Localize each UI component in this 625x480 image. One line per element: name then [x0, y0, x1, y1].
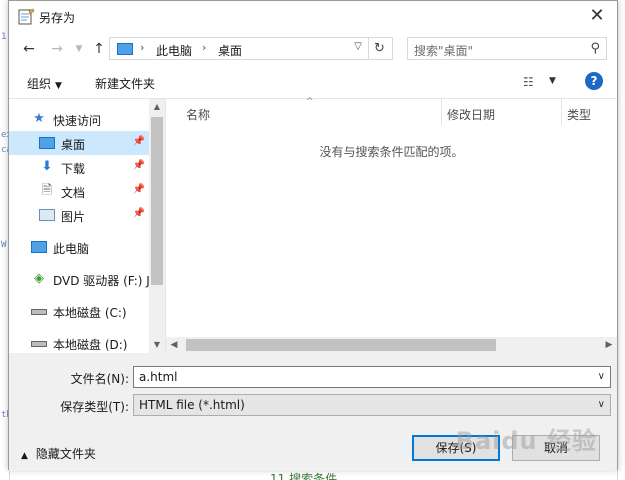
background-text: 11 搜索条件 [270, 472, 338, 480]
search-icon: ⚲ [590, 41, 600, 56]
caret-down-icon: ▼ [55, 81, 62, 91]
refresh-button[interactable]: ↻ [368, 38, 390, 59]
column-header: ^ 名称 修改日期 类型 [166, 97, 617, 125]
file-list: ^ 名称 修改日期 类型 没有与搜索条件匹配的项。 ◀ ▶ [165, 97, 617, 353]
scroll-down-icon[interactable]: ▼ [149, 337, 165, 353]
navigation-pane: ★ 快速访问 桌面 📌 ⬇ 下载 📌 🗎 文档 📌 图片 📌 此电脑 ◈ DVD… [9, 99, 165, 353]
chevron-down-icon: ▼ [75, 44, 83, 54]
filename-label: 文件名(N): [70, 372, 129, 386]
nav-item-quick-access[interactable]: ★ 快速访问 [9, 107, 149, 131]
column-type[interactable]: 类型 [567, 106, 591, 123]
column-divider[interactable] [561, 99, 562, 125]
scrollbar-thumb[interactable] [186, 339, 496, 351]
breadcrumb-desktop[interactable]: 桌面 [218, 42, 242, 59]
nav-item-this-pc[interactable]: 此电脑 [9, 235, 149, 259]
arrow-left-icon: ← [23, 41, 35, 57]
pictures-icon [39, 207, 55, 223]
new-folder-button[interactable]: 新建文件夹 [95, 75, 155, 92]
scrollbar-thumb[interactable] [151, 117, 163, 285]
nav-item-documents[interactable]: 🗎 文档 📌 [9, 179, 149, 203]
chevron-down-icon[interactable]: ∨ [598, 371, 605, 382]
arrow-up-icon: ↑ [93, 41, 105, 57]
desktop-icon [39, 135, 55, 151]
scroll-up-icon[interactable]: ▲ [149, 99, 165, 115]
navigation-bar: ← → ▼ ↑ › 此电脑 › 桌面 ▽ ↻ 搜索"桌面" ⚲ [9, 33, 617, 65]
disk-icon [31, 335, 47, 351]
column-name[interactable]: 名称 [186, 106, 210, 123]
arrow-right-icon: → [51, 41, 63, 57]
notepad-icon [18, 8, 35, 25]
nav-item-dvd-drive[interactable]: ◈ DVD 驱动器 (F:) J [9, 267, 150, 291]
filetype-value: HTML file (*.html) [139, 398, 245, 412]
recent-locations-button[interactable]: ▼ [69, 39, 89, 59]
filename-input[interactable]: a.html [139, 370, 178, 384]
nav-item-downloads[interactable]: ⬇ 下载 📌 [9, 155, 149, 179]
navigation-scrollbar[interactable]: ▲ ▼ [149, 99, 165, 353]
command-bar: 组织 ▼ 新建文件夹 ☷ ▼ ? [9, 65, 617, 99]
disk-icon [31, 303, 47, 319]
close-icon: ✕ [589, 5, 605, 26]
background-editor-right [617, 0, 625, 480]
pin-icon[interactable]: 📌 [133, 208, 145, 219]
file-list-scrollbar[interactable]: ◀ ▶ [166, 337, 617, 353]
pin-icon[interactable]: 📌 [133, 160, 145, 171]
nav-item-disk-d[interactable]: 本地磁盘 (D:) [9, 331, 149, 353]
filetype-select[interactable]: HTML file (*.html) ∨ [133, 394, 611, 416]
address-dropdown-icon[interactable]: ▽ [354, 41, 362, 52]
scroll-left-icon[interactable]: ◀ [166, 337, 182, 353]
title-bar: 另存为 ✕ [9, 1, 617, 33]
computer-icon [117, 43, 133, 55]
computer-icon [31, 239, 47, 255]
close-button[interactable]: ✕ [585, 5, 609, 29]
scroll-right-icon[interactable]: ▶ [601, 337, 617, 353]
window-title: 另存为 [39, 11, 76, 25]
column-date-modified[interactable]: 修改日期 [447, 106, 495, 123]
sort-caret-icon: ^ [306, 97, 314, 107]
search-input[interactable]: 搜索"桌面" [414, 42, 473, 59]
hide-folders-toggle[interactable]: ▲ 隐藏文件夹 [21, 445, 96, 462]
pin-icon[interactable]: 📌 [133, 184, 145, 195]
nav-item-disk-c[interactable]: 本地磁盘 (C:) [9, 299, 149, 323]
empty-message: 没有与搜索条件匹配的项。 [319, 145, 464, 159]
chevron-down-icon[interactable]: ∨ [598, 399, 605, 410]
view-caret-icon[interactable]: ▼ [549, 76, 556, 86]
help-icon[interactable]: ? [585, 72, 603, 90]
filename-field[interactable]: a.html ∨ [133, 366, 611, 388]
document-icon: 🗎 [41, 183, 53, 198]
address-bar[interactable]: › 此电脑 › 桌面 ▽ ↻ [109, 37, 393, 60]
chevron-right-icon: › [140, 41, 145, 54]
star-icon: ★ [33, 111, 45, 126]
breadcrumb-this-pc[interactable]: 此电脑 [156, 42, 192, 59]
nav-item-desktop[interactable]: 桌面 📌 [9, 131, 149, 155]
watermark-logo: Baidu 经验 [455, 427, 597, 455]
save-as-dialog: 另存为 ✕ ← → ▼ ↑ › 此电脑 › 桌面 ▽ ↻ 搜索"桌面" ⚲ 组织… [8, 0, 618, 471]
search-box[interactable]: 搜索"桌面" ⚲ [407, 37, 607, 60]
dvd-drive-icon: ◈ [34, 271, 44, 286]
caret-up-icon: ▲ [21, 451, 28, 461]
view-options-icon[interactable]: ☷ [523, 75, 534, 89]
filetype-label: 保存类型(T): [60, 400, 129, 414]
column-divider[interactable] [441, 99, 442, 125]
forward-button[interactable]: → [47, 39, 67, 59]
back-button[interactable]: ← [19, 39, 39, 59]
nav-item-pictures[interactable]: 图片 📌 [9, 203, 149, 227]
pin-icon[interactable]: 📌 [133, 136, 145, 147]
organize-button[interactable]: 组织 ▼ [27, 75, 62, 92]
chevron-right-icon: › [202, 41, 207, 54]
up-button[interactable]: ↑ [89, 39, 109, 59]
download-icon: ⬇ [41, 159, 53, 174]
